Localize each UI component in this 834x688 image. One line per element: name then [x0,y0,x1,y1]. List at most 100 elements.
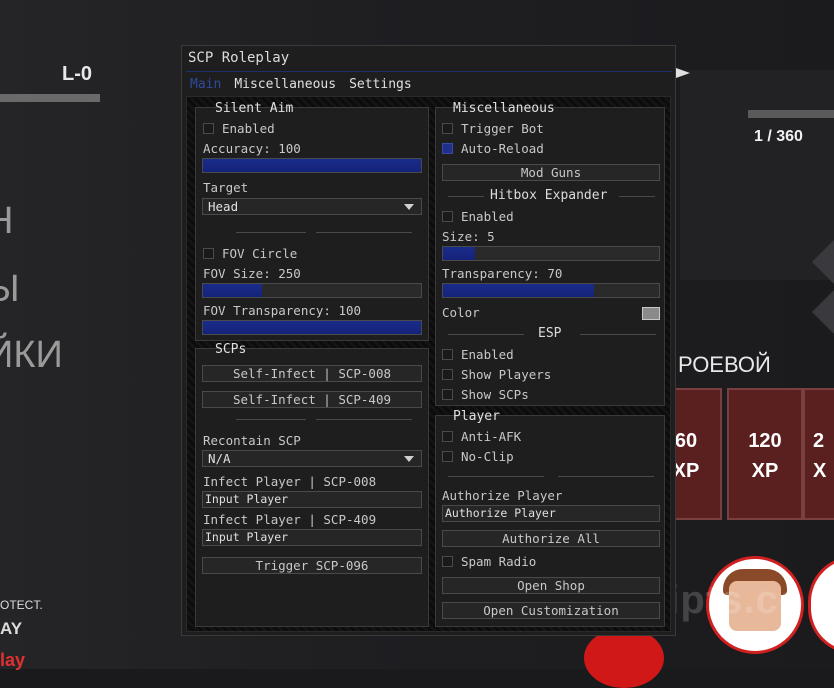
fov-transparency-slider[interactable] [202,320,422,335]
show-players-checkbox[interactable] [442,369,453,380]
script-window[interactable]: SCP Roleplay Main Miscellaneous Settings S… [181,45,676,636]
divider [619,196,655,197]
tab-bar: Main Miscellaneous Settings [190,77,425,92]
authorize-label: Authorize Player [442,488,563,503]
size-label: Size: 5 [442,229,495,244]
silent-aim-enabled-checkbox[interactable] [203,123,214,134]
fov-circle-label: FOV Circle [222,246,298,261]
spam-radio-checkbox[interactable] [442,556,453,567]
protect-text: OTECT. [0,598,43,612]
tab-miscellaneous[interactable]: Miscellaneous [234,77,336,92]
trigger-bot-label: Trigger Bot [461,121,544,136]
red-button[interactable] [584,628,664,688]
auto-reload-toggle[interactable]: Auto-Reload [442,141,544,156]
authorize-all-button[interactable]: Authorize All [442,530,660,547]
esp-title: ESP [538,326,562,341]
accuracy-slider-fill [203,159,421,172]
recontain-dropdown[interactable]: N/A [202,450,422,467]
card-3-unit: X [813,460,827,482]
fov-size-slider-fill [203,284,262,297]
infect-008-label: Infect Player | SCP-008 [203,474,377,489]
authorize-input[interactable]: Authorize Player [442,505,660,522]
show-scps-checkbox[interactable] [442,389,453,400]
silent-aim-enabled-toggle[interactable]: Enabled [203,121,275,136]
silent-aim-enabled-label: Enabled [222,121,275,136]
class-title: РОЕВОЙ [678,352,771,377]
fov-circle-toggle[interactable]: FOV Circle [203,246,297,261]
divider [236,232,306,233]
target-value: Head [208,199,239,214]
fov-size-slider[interactable] [202,283,422,298]
color-swatch[interactable] [642,307,660,320]
tab-settings[interactable]: Settings [349,77,412,92]
infect-008-input[interactable]: Input Player [202,491,422,508]
hitbox-enabled-toggle[interactable]: Enabled [442,209,514,224]
misc-group: Miscellaneous Trigger Bot Auto-Reload Mo… [435,101,665,406]
menu-item-2[interactable]: Ы [0,268,20,311]
infect-409-input[interactable]: Input Player [202,529,422,546]
class-card-1[interactable]: 60 XP [673,388,722,520]
anti-afk-toggle[interactable]: Anti-AFK [442,429,521,444]
esp-enabled-toggle[interactable]: Enabled [442,347,514,362]
infect-409-label: Infect Player | SCP-409 [203,512,377,527]
esp-enabled-checkbox[interactable] [442,349,453,360]
accuracy-slider[interactable] [202,158,422,173]
auto-reload-checkbox[interactable] [442,143,453,154]
trigger-bot-toggle[interactable]: Trigger Bot [442,121,544,136]
trigger-096-button[interactable]: Trigger SCP-096 [202,557,422,574]
show-players-toggle[interactable]: Show Players [442,367,551,382]
progress-counter: 1 / 360 [754,128,803,145]
silent-aim-title: Silent Aim [215,101,294,116]
score-label: L-0 [62,63,92,85]
self-infect-008-button[interactable]: Self-Infect | SCP-008 [202,365,422,382]
tab-content: Silent Aim Enabled Accuracy: 100 Target … [186,96,671,632]
show-scps-label: Show SCPs [461,387,529,402]
transparency-slider[interactable] [442,283,660,298]
class-card-2[interactable]: 120 XP [727,388,803,520]
divider [236,419,306,420]
show-players-label: Show Players [461,367,552,382]
accuracy-label: Accuracy: 100 [203,141,301,156]
fov-circle-checkbox[interactable] [203,248,214,259]
trigger-bot-checkbox[interactable] [442,123,453,134]
open-shop-button[interactable]: Open Shop [442,577,660,594]
open-customization-button[interactable]: Open Customization [442,602,660,619]
divider [316,419,412,420]
transparency-slider-fill [443,284,595,297]
tab-main[interactable]: Main [190,77,221,92]
no-clip-toggle[interactable]: No-Clip [442,449,514,464]
arrow-icon [676,68,690,78]
chevron-left-icon-2[interactable] [812,290,834,334]
player-title: Player [453,409,500,424]
show-scps-toggle[interactable]: Show SCPs [442,387,529,402]
hitbox-enabled-label: Enabled [461,209,514,224]
right-panel [680,70,834,280]
card-2-unit: XP [751,460,779,482]
self-infect-409-button[interactable]: Self-Infect | SCP-409 [202,391,422,408]
spam-radio-toggle[interactable]: Spam Radio [442,554,536,569]
fov-size-label: FOV Size: 250 [203,266,301,281]
menu-item-3[interactable]: ЙКИ [0,334,63,377]
silent-aim-group: Silent Aim Enabled Accuracy: 100 Target … [195,101,429,341]
play-link[interactable]: lay [0,650,25,671]
scps-group: SCPs Self-Infect | SCP-008 Self-Infect |… [195,342,429,627]
play-text-1: AY [0,619,23,638]
anti-afk-label: Anti-AFK [461,429,522,444]
hitbox-enabled-checkbox[interactable] [442,211,453,222]
menu-item-1[interactable]: Н [0,200,13,243]
divider [558,476,654,477]
window-title: SCP Roleplay [188,50,290,66]
mod-guns-button[interactable]: Mod Guns [442,164,660,181]
auto-reload-label: Auto-Reload [461,141,544,156]
target-dropdown[interactable]: Head [202,198,422,215]
class-card-3[interactable]: 2 X [803,388,834,520]
divider [448,334,524,335]
esp-enabled-label: Enabled [461,347,514,362]
card-2-value: 120 [748,430,782,452]
chevron-left-icon[interactable] [812,240,834,284]
color-label: Color [442,305,480,320]
anti-afk-checkbox[interactable] [442,431,453,442]
score-bar [0,94,100,102]
size-slider[interactable] [442,246,660,261]
no-clip-checkbox[interactable] [442,451,453,462]
